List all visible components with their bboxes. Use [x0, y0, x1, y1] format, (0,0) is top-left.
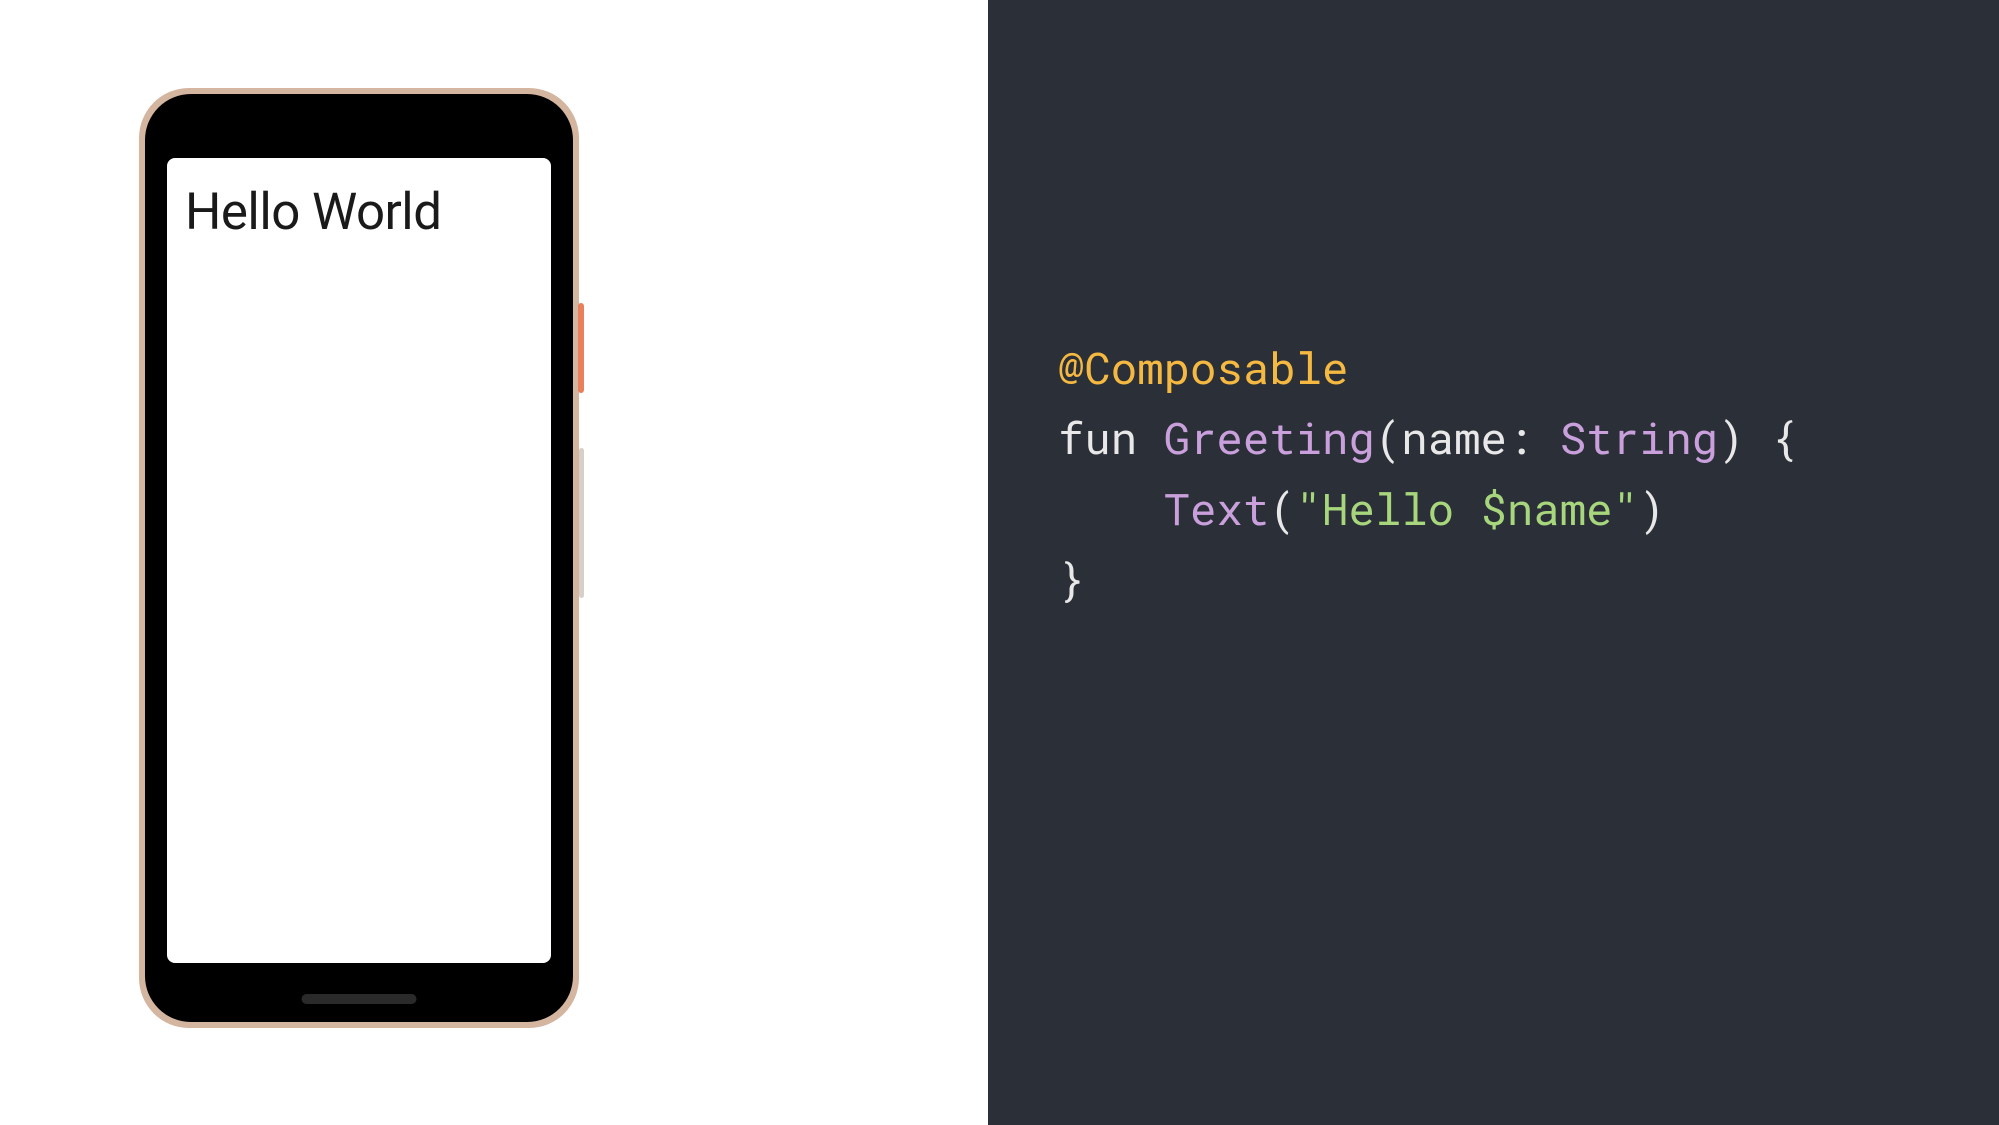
code-paren-open-2: ( [1269, 479, 1295, 537]
code-text-call: Text [1164, 479, 1270, 537]
code-paren-open: ( [1375, 408, 1401, 466]
code-annotation: @Composable [1058, 338, 1348, 396]
greeting-text: Hello World [185, 183, 533, 242]
power-button-icon [578, 303, 584, 393]
code-colon: : [1507, 408, 1533, 466]
code-paren-close: ) [1718, 408, 1744, 466]
code-string-literal: "Hello $name" [1296, 479, 1639, 537]
phone-bezel: Hello World [145, 94, 573, 1022]
code-function-name: Greeting [1164, 408, 1375, 466]
phone-screen-area: Hello World [159, 108, 559, 1008]
app-screen: Hello World [167, 158, 551, 963]
code-paren-close-2: ) [1639, 479, 1665, 537]
speaker-bottom-icon [302, 994, 417, 1004]
code-panel: @Composable fun Greeting(name: String) {… [988, 0, 1999, 1125]
code-keyword-fun: fun [1058, 408, 1137, 466]
volume-button-icon [579, 448, 584, 598]
code-brace-close: } [1058, 549, 1084, 607]
code-indent [1058, 479, 1164, 537]
phone-mockup: Hello World [139, 88, 579, 1028]
preview-panel: Hello World [0, 0, 988, 1125]
code-brace-open: { [1771, 408, 1797, 466]
code-param-type: String [1560, 408, 1718, 466]
code-param-name: name [1401, 408, 1507, 466]
code-snippet: @Composable fun Greeting(name: String) {… [1058, 332, 1797, 614]
